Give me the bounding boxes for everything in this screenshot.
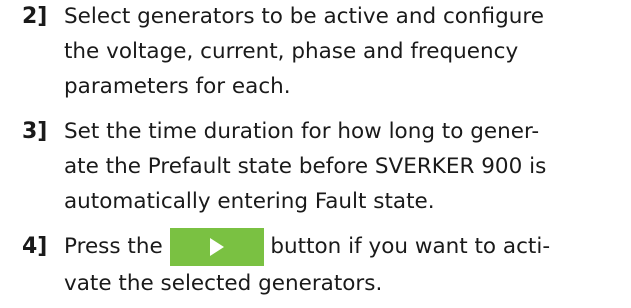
step-text-line: Set the time duration for how long to ge… bbox=[64, 119, 540, 144]
step-text-line: the voltage, current, phase and frequenc… bbox=[64, 39, 519, 64]
play-icon bbox=[209, 238, 224, 256]
step-text-after-button: button if you want to acti- bbox=[270, 234, 551, 259]
step-text-before-button: Press the bbox=[64, 234, 163, 259]
step-number: 2] bbox=[22, 4, 48, 29]
step-text-line: Press the button if you want to acti- bbox=[64, 228, 551, 266]
instruction-document: 2] Select generators to be active and co… bbox=[0, 0, 631, 308]
step-text-line: Select generators to be active and confi… bbox=[64, 4, 544, 29]
step-number: 4] bbox=[22, 234, 48, 259]
step-text-line: ate the Prefault state before SVERKER 90… bbox=[64, 154, 547, 179]
step-text-line: automatically entering Fault state. bbox=[64, 189, 435, 214]
step-text-line: parameters for each. bbox=[64, 74, 291, 99]
play-button[interactable] bbox=[169, 228, 264, 266]
step-number: 3] bbox=[22, 119, 48, 144]
step-text-line: vate the selected generators. bbox=[64, 271, 383, 296]
